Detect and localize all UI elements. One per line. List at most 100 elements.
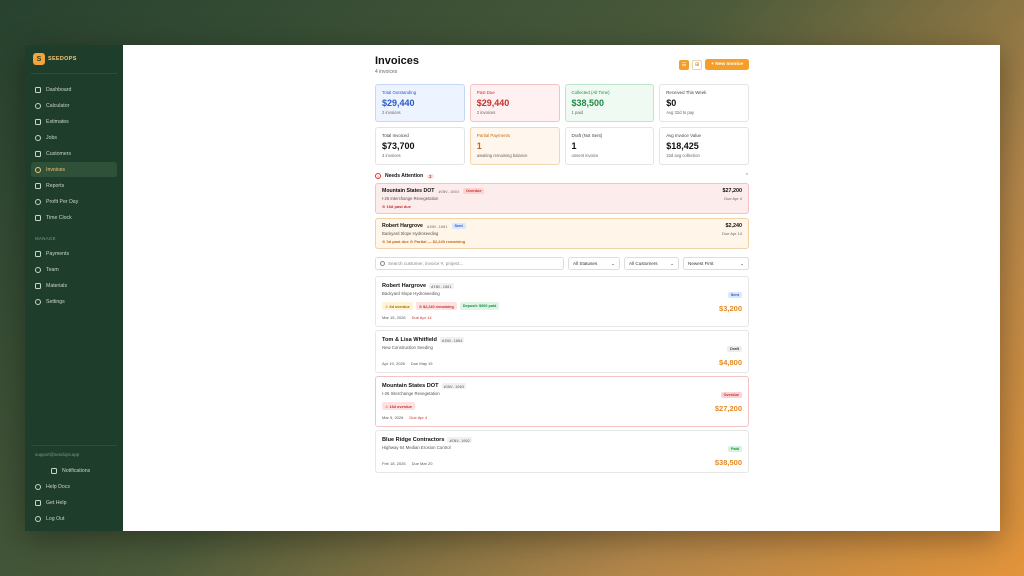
- needs-attention-header[interactable]: ! Needs Attention 2 ⌃: [375, 173, 749, 179]
- sidebar-item-label: Log Out: [46, 515, 65, 522]
- customer-name: Blue Ridge Contractors: [382, 437, 445, 443]
- stat-subtext: 1 paid: [571, 110, 583, 115]
- sidebar-item-calculator[interactable]: Calculator: [31, 98, 117, 113]
- stat-card[interactable]: Avg Invoice Value $18,425 32d avg collecti…: [659, 127, 749, 165]
- sidebar-item-label: Help Docs: [46, 483, 70, 490]
- customer-filter-select[interactable]: All Customers ⌄: [624, 257, 679, 270]
- receipt-icon: [35, 166, 41, 173]
- sidebar-item-notifications[interactable]: Notifications: [31, 463, 117, 478]
- needs-attention-count: 2: [427, 173, 434, 179]
- stat-value: $29,440: [382, 98, 415, 108]
- stat-card[interactable]: Past Due $29,440 2 invoices: [469, 84, 560, 122]
- sidebar-item-log-out[interactable]: Log Out: [31, 511, 117, 526]
- invoice-number: #INV-1002: [447, 437, 473, 443]
- due-date: Due Apr 4: [724, 196, 742, 201]
- sidebar-item-label: Notifications: [62, 467, 91, 474]
- sidebar-item-team[interactable]: Team: [31, 262, 117, 277]
- invoice-amount: $4,800: [719, 358, 742, 367]
- sidebar-item-label: Jobs: [46, 134, 57, 141]
- invoice-dates: Apr 19, 2026 Due May 19: [382, 361, 742, 366]
- attention-card[interactable]: Robert Hargrove #INV-1001 Sent Backyard Slo…: [375, 218, 749, 249]
- sidebar-item-label: Profit Per Day: [46, 198, 79, 205]
- sidebar-item-label: Settings: [46, 298, 65, 305]
- chevron-up-icon[interactable]: ⌃: [745, 173, 749, 179]
- sidebar-item-label: Calculator: [46, 102, 70, 109]
- sidebar-item-label: Customers: [46, 150, 72, 157]
- due-date: Due Apr 4: [409, 415, 428, 420]
- stat-value: $38,500: [571, 98, 605, 108]
- list-view-icon[interactable]: ☰: [679, 59, 690, 70]
- stat-card[interactable]: Draft (Not Sent) 1 unsent invoice: [564, 127, 655, 165]
- sidebar-item-payments[interactable]: Payments: [31, 246, 117, 261]
- customer-name: Robert Hargrove: [382, 223, 423, 229]
- sidebar-item-label: Dashboard: [46, 86, 72, 93]
- stat-value: $18,425: [666, 141, 699, 151]
- customer-name: Mountain States DOT: [382, 383, 439, 389]
- project-description: I-26 Interchange Revegetation: [382, 196, 439, 201]
- stat-subtext: Avg 32d to pay: [666, 110, 695, 115]
- brand-logo[interactable]: S SEEDOPS: [31, 53, 117, 74]
- sort-select[interactable]: Newest First ⌄: [683, 257, 749, 270]
- project-description: I-26 Interchange Revegetation: [382, 391, 440, 396]
- invoice-card[interactable]: Mountain States DOT #INV-1003 I-26 Interch…: [375, 376, 749, 427]
- stat-label: Draft (Not Sent): [571, 133, 603, 138]
- stat-subtext: 2 invoices: [476, 110, 496, 115]
- sort-value: Newest First: [688, 261, 714, 266]
- invoice-dates: Mar 15, 2026 Due Apr 14: [382, 315, 742, 320]
- sidebar-item-get-help[interactable]: Get Help: [31, 495, 117, 510]
- stat-subtext: 4 invoices: [382, 153, 401, 158]
- sidebar-item-time-clock[interactable]: Time Clock: [31, 210, 117, 225]
- stat-card[interactable]: Received This Week $0 Avg 32d to pay: [659, 84, 749, 122]
- sidebar-item-dashboard[interactable]: Dashboard: [31, 82, 117, 97]
- stat-subtext: awaiting remaining balance: [476, 153, 528, 158]
- sidebar-item-profit-per-day[interactable]: Profit Per Day: [31, 194, 117, 209]
- sidebar-item-reports[interactable]: Reports: [31, 178, 117, 193]
- filter-bar: Search customer, invoice #, project... A…: [375, 257, 749, 270]
- invoices-content: Invoices 4 invoices ☰ ⊞ + New Invoice To…: [375, 55, 749, 473]
- created-date: Feb 18, 2026: [382, 461, 406, 466]
- past-due-warning: ⊙ 0d past due ⊙ Partial — $2,240 remaini…: [382, 239, 466, 244]
- stat-label: Received This Week: [666, 90, 707, 95]
- new-invoice-button[interactable]: + New Invoice: [705, 59, 749, 70]
- due-date: Due Apr 14: [411, 315, 432, 320]
- sidebar-item-settings[interactable]: Settings: [31, 294, 117, 309]
- stat-card[interactable]: Partial Payments 1 awaiting remaining bala…: [469, 127, 560, 165]
- sidebar-item-materials[interactable]: Materials: [31, 278, 117, 293]
- grid-view-icon[interactable]: ⊞: [692, 59, 703, 70]
- stat-value: $73,700: [382, 141, 415, 151]
- invoice-amount: $27,200: [714, 404, 742, 413]
- invoice-card[interactable]: Robert Hargrove #INV-1001 Backyard Slope H…: [375, 276, 749, 327]
- attention-card-header: Robert Hargrove #INV-1001 Sent: [382, 223, 742, 229]
- sidebar-item-jobs[interactable]: Jobs: [31, 130, 117, 145]
- stat-card[interactable]: Collected (All Time) $38,500 1 paid: [564, 84, 655, 122]
- sidebar-item-invoices[interactable]: Invoices: [31, 162, 117, 177]
- search-input[interactable]: Search customer, invoice #, project...: [375, 257, 564, 270]
- stat-card[interactable]: Total Outstanding $29,440 2 invoices: [375, 84, 465, 122]
- status-badge: Sent: [727, 292, 742, 298]
- customer-filter-value: All Customers: [629, 261, 658, 266]
- attention-card[interactable]: Mountain States DOT #INV-1003 Overdue I-26 …: [375, 183, 749, 214]
- calculator-icon: [35, 102, 41, 109]
- stat-card[interactable]: Total Invoiced $73,700 4 invoices: [375, 127, 465, 165]
- alert-icon: !: [375, 173, 381, 179]
- top-actions: ☰ ⊞ + New Invoice: [679, 59, 749, 70]
- card-icon: [35, 250, 41, 257]
- invoice-dates: Feb 18, 2026 Due Mar 20: [382, 461, 742, 466]
- status-filter-select[interactable]: All Statuses ⌄: [568, 257, 620, 270]
- invoice-number: #INV-1001: [429, 283, 454, 289]
- invoice-card[interactable]: Blue Ridge Contractors #INV-1002 Highway 6…: [375, 430, 749, 473]
- logout-icon: [35, 515, 41, 522]
- sidebar-item-label: Time Clock: [46, 214, 72, 221]
- customer-name: Mountain States DOT: [382, 188, 435, 194]
- sidebar-item-help-docs[interactable]: Help Docs: [31, 479, 117, 494]
- stat-value: $29,440: [476, 98, 510, 108]
- invoice-card[interactable]: Tom & Lisa Whitfield #INV-1004 New Constru…: [375, 330, 749, 373]
- sidebar-item-customers[interactable]: Customers: [31, 146, 117, 161]
- gear-icon: [35, 298, 41, 305]
- project-description: Backyard Slope Hydroseeding: [382, 231, 439, 236]
- invoice-list: Robert Hargrove #INV-1001 Backyard Slope H…: [375, 276, 749, 473]
- sidebar-item-estimates[interactable]: Estimates: [31, 114, 117, 129]
- invoice-amount: $3,200: [719, 304, 742, 313]
- file-icon: [35, 118, 41, 125]
- invoice-right-block: Paid $38,500: [715, 437, 742, 467]
